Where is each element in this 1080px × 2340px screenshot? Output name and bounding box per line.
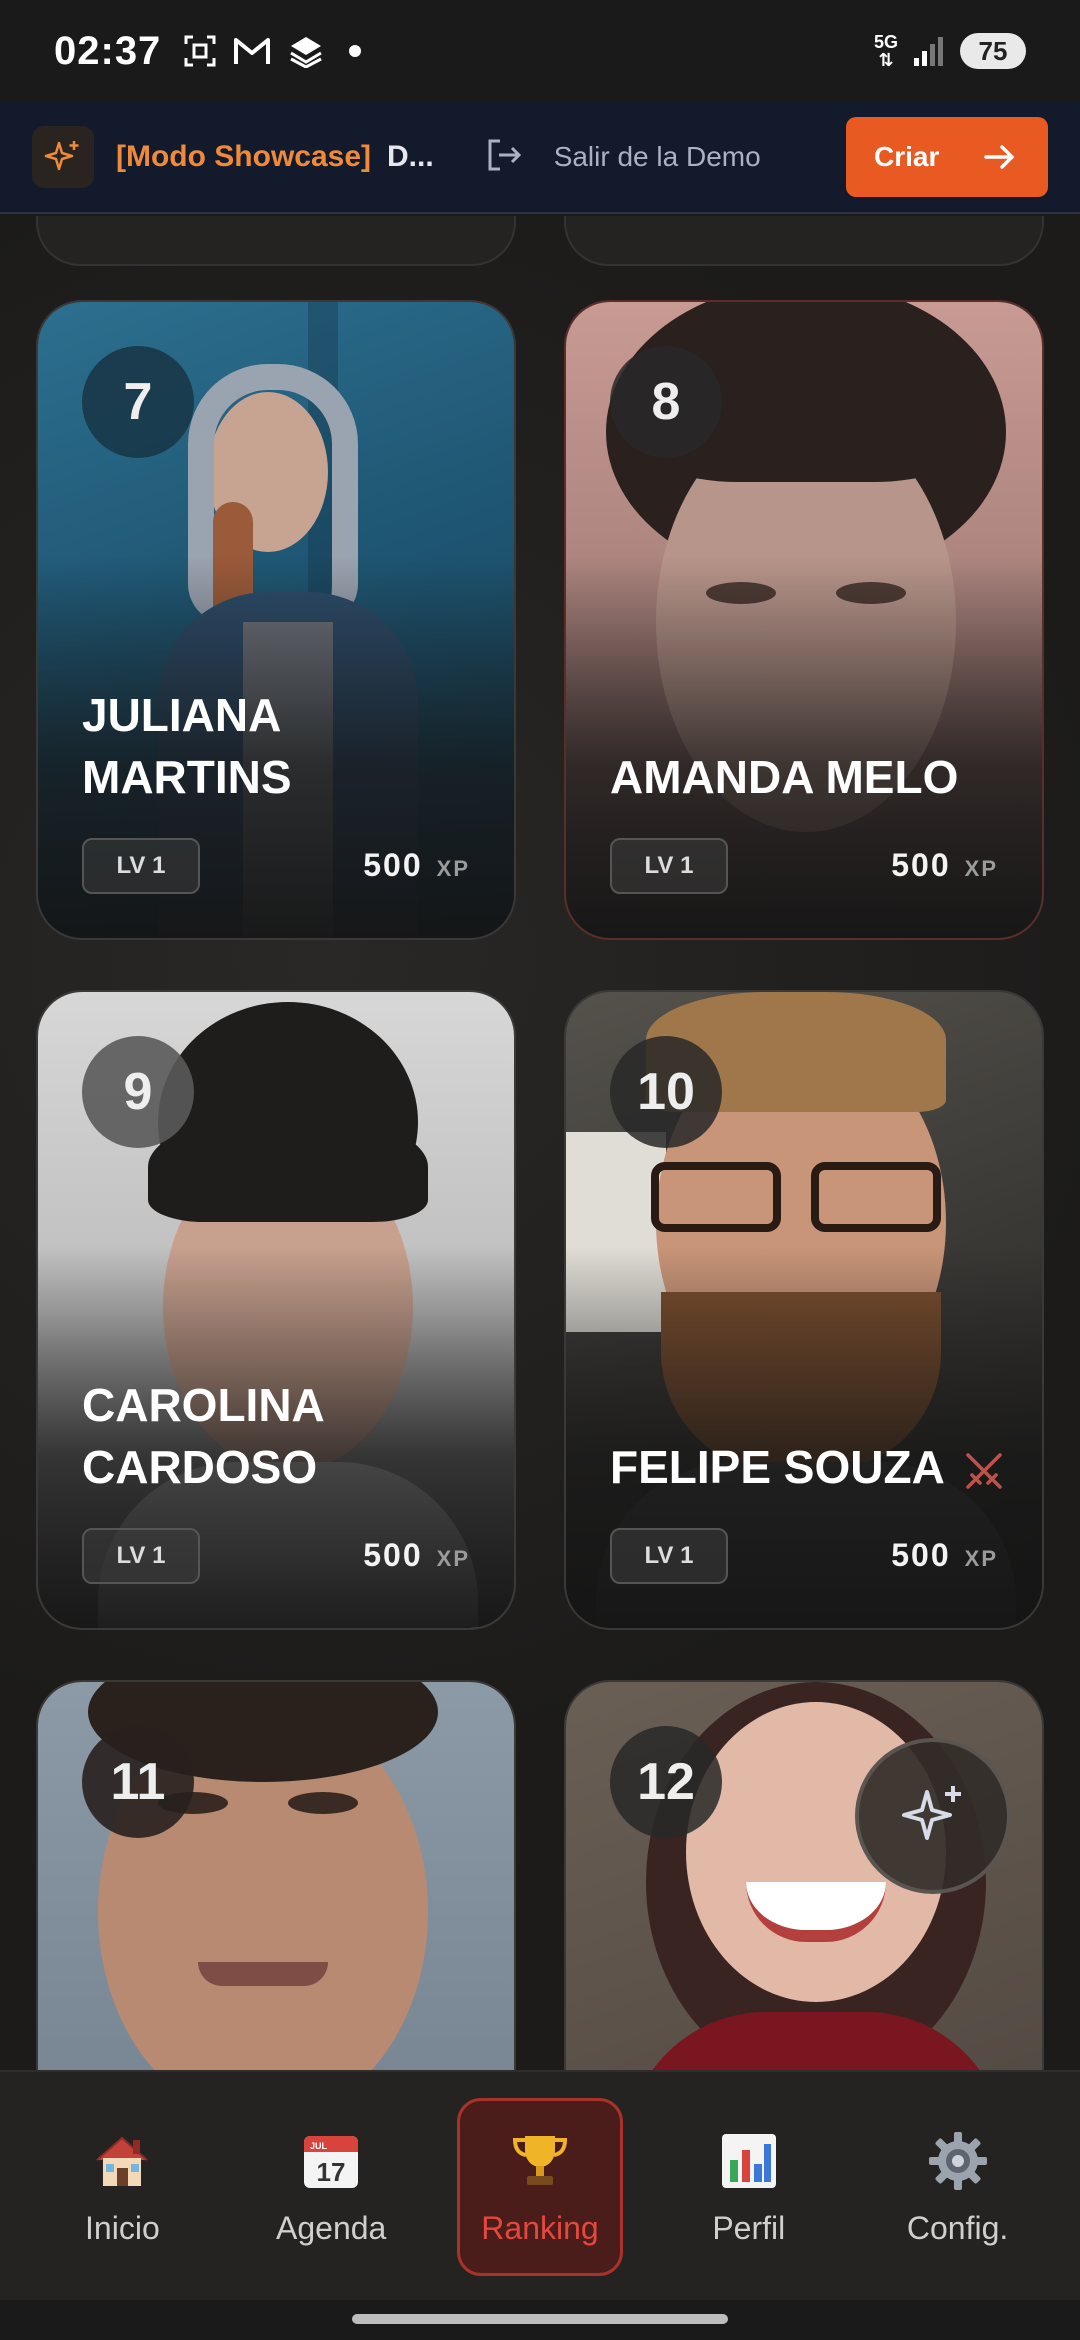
create-button-label: Criar (874, 141, 940, 172)
calendar-icon: JUL 17 (298, 2128, 364, 2194)
xp-display: 500 XP (891, 1537, 998, 1574)
nav-label: Inicio (85, 2209, 160, 2246)
status-notification-icons (183, 34, 362, 68)
nav-label: Perfil (712, 2209, 786, 2246)
rank-badge: 10 (610, 1036, 722, 1148)
arrow-right-icon (984, 145, 1015, 169)
calendar-month: JUL (310, 2141, 328, 2151)
xp-unit: XP (964, 1546, 998, 1571)
level-badge: LV 1 (82, 1528, 200, 1584)
create-button[interactable]: Criar (846, 117, 1048, 197)
card-partial-top-right[interactable] (564, 216, 1044, 266)
sparkle-icon (32, 126, 94, 188)
home-indicator[interactable] (352, 2314, 728, 2324)
status-time: 02:37 (54, 28, 162, 73)
showcase-mode-label: [Modo Showcase] (116, 140, 372, 173)
gmail-icon (234, 38, 271, 64)
xp-value: 500 (891, 1537, 951, 1573)
rank-badge: 9 (82, 1036, 194, 1148)
rank-badge: 8 (610, 346, 722, 458)
nav-item-ranking[interactable]: Ranking (456, 2098, 623, 2276)
screenshot-icon (184, 35, 216, 67)
xp-value: 500 (363, 847, 423, 883)
stack-icon (290, 37, 323, 68)
card-partial-top-left[interactable] (36, 216, 516, 266)
nav-item-inicio[interactable]: Inicio (39, 2098, 205, 2276)
nav-label: Agenda (276, 2209, 387, 2246)
battery-indicator: 75 (960, 33, 1026, 69)
bottom-navigation: Inicio JUL 17 Agenda Ranking Perfil Confi… (0, 2070, 1080, 2300)
xp-value: 500 (891, 847, 951, 883)
ranking-card[interactable]: 11 (36, 1680, 516, 2070)
ranking-card[interactable]: 8 Amanda Melo LV 1 500 XP (564, 300, 1044, 940)
notification-dot (349, 45, 362, 57)
nav-label: Ranking (481, 2209, 599, 2246)
player-name: Felipe Souza (610, 1436, 1012, 1498)
trophy-icon (507, 2128, 573, 2194)
player-name: Carolina Cardoso (82, 1379, 324, 1493)
xp-display: 500 XP (363, 847, 470, 884)
xp-unit: XP (964, 856, 998, 881)
signal-icon (914, 37, 943, 66)
exit-icon[interactable] (484, 135, 524, 180)
level-badge: LV 1 (610, 838, 728, 894)
nav-item-agenda[interactable]: JUL 17 Agenda (248, 2098, 414, 2276)
xp-unit: XP (436, 1546, 470, 1571)
rank-badge: 12 (610, 1726, 722, 1838)
network-type: 5G ⇅ (873, 32, 898, 70)
player-name: Juliana Martins (82, 689, 292, 803)
nav-label: Config. (906, 2209, 1009, 2246)
calendar-day: 17 (317, 2157, 346, 2187)
xp-display: 500 XP (363, 1537, 470, 1574)
ranking-card[interactable]: 9 Carolina Cardoso LV 1 500 XP (36, 990, 516, 1630)
rank-badge: 11 (82, 1726, 194, 1838)
gear-icon (925, 2128, 991, 2194)
status-bar: 02:37 5G ⇅ 75 (0, 0, 1080, 102)
xp-unit: XP (436, 856, 470, 881)
swords-icon (966, 1453, 1002, 1489)
ranking-card[interactable]: 7 Juliana Martins LV 1 500 XP (36, 300, 516, 940)
player-name-text: Felipe Souza (610, 1441, 944, 1493)
rank-badge: 7 (82, 346, 194, 458)
ranking-card[interactable]: 10 Felipe Souza LV 1 500 XP (564, 990, 1044, 1630)
demo-title: D... (387, 140, 434, 173)
nav-item-config[interactable]: Config. (875, 2098, 1041, 2276)
xp-display: 500 XP (891, 847, 998, 884)
level-badge: LV 1 (610, 1528, 728, 1584)
sparkle-icon (902, 1786, 961, 1840)
bar-chart-icon (716, 2128, 782, 2194)
ai-assistant-button[interactable] (855, 1738, 1011, 1894)
xp-value: 500 (363, 1537, 423, 1573)
demo-banner: [Modo Showcase] D... Salir de la Demo Cr… (0, 102, 1080, 214)
nav-item-perfil[interactable]: Perfil (666, 2098, 832, 2276)
home-icon (89, 2128, 155, 2194)
exit-demo-link[interactable]: Salir de la Demo (554, 141, 761, 173)
level-badge: LV 1 (82, 838, 200, 894)
player-name: Amanda Melo (610, 751, 959, 803)
